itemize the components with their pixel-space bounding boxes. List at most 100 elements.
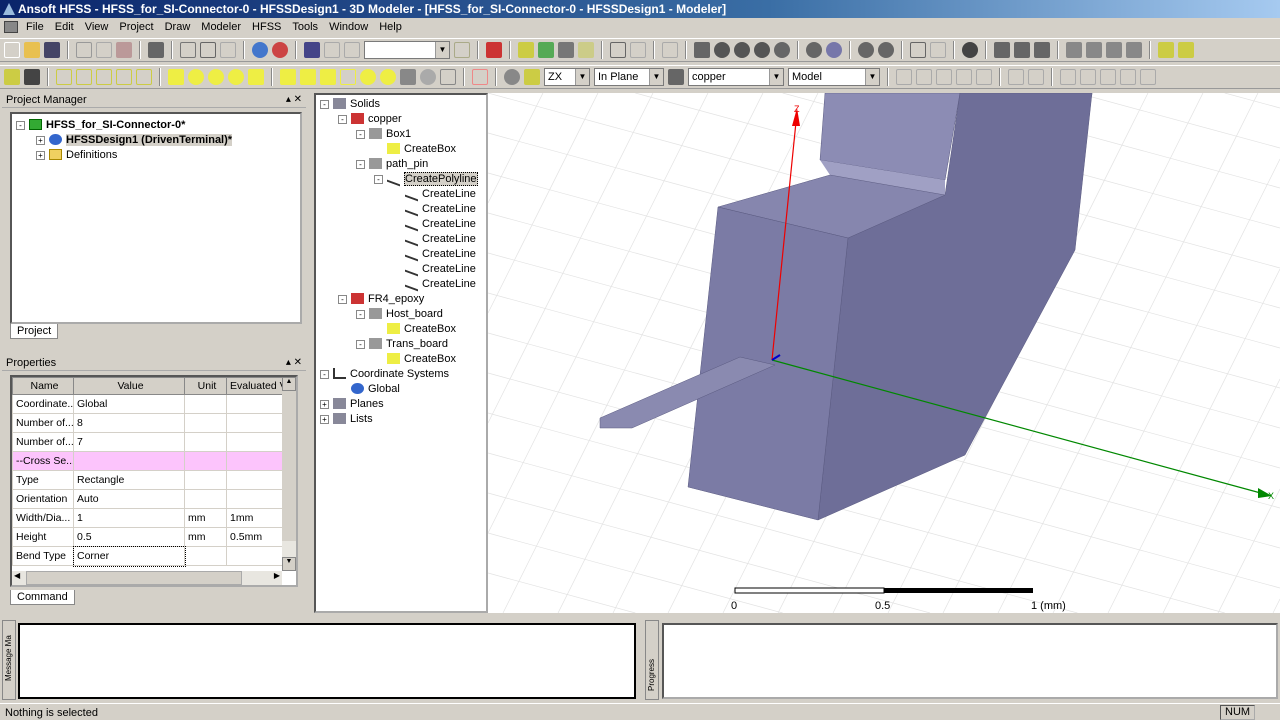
property-row[interactable]: --Cross Se... (12, 451, 283, 471)
tree-item[interactable]: - FR4_epoxy (320, 292, 482, 307)
arc2-icon[interactable] (116, 69, 132, 85)
cone-icon[interactable] (340, 69, 356, 85)
zoom-icon[interactable] (858, 42, 874, 58)
chevron-down-icon[interactable]: ▼ (649, 69, 663, 85)
helix-icon[interactable] (400, 69, 416, 85)
property-value[interactable]: Rectangle (73, 470, 185, 490)
fit-all-icon[interactable] (806, 42, 822, 58)
property-row[interactable]: Type Rectangle (12, 470, 283, 490)
property-row[interactable]: Width/Dia... 1 mm 1mm (12, 508, 283, 528)
tree-item[interactable]: - Coordinate Systems (320, 367, 482, 382)
tree-item[interactable]: + Lists (320, 412, 482, 427)
property-value[interactable]: 0.5 (73, 527, 185, 547)
plane-select[interactable]: ZX ▼ (544, 68, 590, 86)
check-icon[interactable] (538, 42, 554, 58)
zero-icon[interactable] (486, 42, 502, 58)
split-icon[interactable] (1008, 69, 1024, 85)
expand-icon[interactable]: + (320, 400, 329, 409)
paste-icon[interactable] (116, 42, 132, 58)
regular-polygon-icon[interactable] (208, 69, 224, 85)
panel-close-icon[interactable]: ▴ ✕ (286, 92, 302, 108)
zoom-in-icon[interactable] (774, 42, 790, 58)
select-object-icon[interactable] (304, 42, 320, 58)
rotate-icon[interactable] (610, 42, 626, 58)
property-value[interactable]: 8 (73, 413, 185, 433)
menu-help[interactable]: Help (379, 21, 402, 33)
menu-modeler[interactable]: Modeler (201, 21, 241, 33)
vertical-scrollbar[interactable]: ▲ ▼ (282, 377, 296, 571)
property-row[interactable]: Coordinate... Global (12, 394, 283, 414)
bondwire-icon[interactable] (440, 69, 456, 85)
analyze-icon[interactable] (558, 42, 574, 58)
mesh4-icon[interactable] (1066, 42, 1082, 58)
torus-icon[interactable] (380, 69, 396, 85)
progress-dock-handle[interactable]: Progress (645, 620, 659, 700)
property-row[interactable]: Number of... 7 (12, 432, 283, 452)
open-icon[interactable] (24, 42, 40, 58)
scroll-left-icon[interactable]: ◀ (14, 571, 20, 580)
tree-item[interactable]: CreateBox (320, 352, 482, 367)
collapse-icon[interactable]: - (356, 340, 365, 349)
tree-item[interactable]: - path_pin (320, 157, 482, 172)
cut-icon[interactable] (76, 42, 92, 58)
tree-item[interactable]: - Box1 (320, 127, 482, 142)
mesh6-icon[interactable] (1106, 42, 1122, 58)
cylinder-icon[interactable] (300, 69, 316, 85)
menu-edit[interactable]: Edit (55, 21, 74, 33)
chevron-down-icon[interactable]: ▼ (575, 69, 589, 85)
tree-item[interactable]: CreateLine (320, 245, 482, 262)
expand-icon[interactable]: + (320, 415, 329, 424)
mirror2-icon[interactable] (1080, 69, 1096, 85)
rectangle-icon[interactable] (168, 69, 184, 85)
property-value[interactable]: Auto (73, 489, 185, 509)
collapse-icon[interactable]: - (320, 100, 329, 109)
arc-icon[interactable] (96, 69, 112, 85)
ops5-icon[interactable] (976, 69, 992, 85)
line-icon[interactable] (56, 69, 72, 85)
tree-item[interactable]: - CreatePolyline (320, 170, 482, 187)
material-icon[interactable] (668, 69, 684, 85)
property-value[interactable]: 1 (73, 508, 185, 528)
tree-item[interactable]: + Planes (320, 397, 482, 412)
tab-project[interactable]: Project (10, 324, 59, 339)
collapse-icon[interactable]: - (320, 370, 329, 379)
model-mode-select[interactable]: Model ▼ (788, 68, 880, 86)
menu-file[interactable]: File (26, 21, 44, 33)
sweep-icon[interactable] (630, 42, 646, 58)
menu-window[interactable]: Window (329, 21, 368, 33)
circle-icon[interactable] (188, 69, 204, 85)
definitions-node[interactable]: + Definitions (16, 148, 296, 163)
results-icon[interactable] (578, 42, 594, 58)
menu-tools[interactable]: Tools (292, 21, 318, 33)
chevron-down-icon[interactable]: ▼ (769, 69, 783, 85)
mesh2-icon[interactable] (1014, 42, 1030, 58)
hfss-logo-icon[interactable] (252, 42, 268, 58)
material-select[interactable]: copper ▼ (688, 68, 784, 86)
chevron-down-icon[interactable]: ▼ (435, 42, 449, 58)
menu-hfss[interactable]: HFSS (252, 21, 281, 33)
mesh3-icon[interactable] (1034, 42, 1050, 58)
mirror-icon[interactable] (1060, 69, 1076, 85)
property-value[interactable]: Corner (72, 545, 186, 567)
property-row[interactable]: Number of... 8 (12, 413, 283, 433)
orbit2-icon[interactable] (734, 42, 750, 58)
column-header-name[interactable]: Name (12, 377, 74, 395)
copy-icon[interactable] (96, 42, 112, 58)
column-header-evaluated[interactable]: Evaluated V (226, 377, 283, 395)
ops2-icon[interactable] (916, 69, 932, 85)
sphere-icon[interactable] (360, 69, 376, 85)
message-dock-handle[interactable]: Message Ma (2, 620, 16, 700)
chevron-down-icon[interactable]: ▼ (865, 69, 879, 85)
select-face-icon[interactable] (324, 42, 340, 58)
property-value[interactable]: Global (73, 394, 185, 414)
measure-icon[interactable] (454, 42, 470, 58)
collapse-icon[interactable]: - (338, 115, 347, 124)
select-combo[interactable]: ▼ (364, 41, 450, 59)
print-icon[interactable] (148, 42, 164, 58)
orbit-icon[interactable] (714, 42, 730, 58)
ops1-icon[interactable] (896, 69, 912, 85)
pan-icon[interactable] (694, 42, 710, 58)
mesh5-icon[interactable] (1086, 42, 1102, 58)
ellipse-icon[interactable] (228, 69, 244, 85)
tree-item[interactable]: CreateBox (320, 322, 482, 337)
